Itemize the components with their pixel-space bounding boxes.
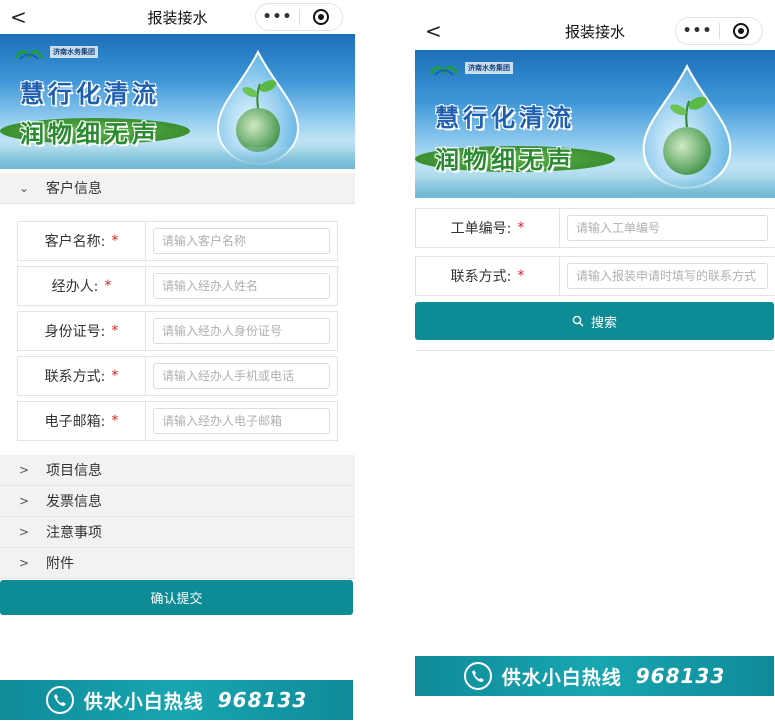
customer-name-input[interactable]	[153, 228, 330, 254]
hotline-text: 供水小白热线	[83, 690, 204, 713]
customer-info-screen: < 报装接水 ••• 济南水务集团 慧行化清流 润物细无声 ⌄ 客户信息 客户名…	[0, 0, 355, 723]
chevron-right-icon: >	[18, 463, 30, 477]
section-project-info[interactable]: > 项目信息	[0, 455, 355, 486]
section-label: 附件	[46, 556, 74, 572]
slogan-line1: 慧行化清流	[20, 79, 160, 108]
chevron-right-icon: >	[18, 525, 30, 539]
field-label: 联系方式: *	[18, 357, 146, 395]
divider	[415, 350, 774, 351]
section-attachments[interactable]: > 附件	[0, 548, 355, 579]
submit-button[interactable]: 确认提交	[0, 580, 353, 615]
nav-bar: < 报装接水 •••	[415, 14, 775, 48]
chevron-right-icon: >	[18, 556, 30, 570]
section-notes[interactable]: > 注意事项	[0, 517, 355, 548]
search-button[interactable]: 搜索	[415, 302, 774, 340]
field-label: 身份证号: *	[18, 312, 146, 350]
agent-name-input[interactable]	[153, 273, 330, 299]
water-reflection	[0, 147, 355, 169]
field-label: 联系方式: *	[416, 257, 560, 295]
logo: 济南水务集团	[429, 60, 513, 76]
hotline-number: 968133	[635, 664, 726, 688]
phone-icon	[45, 686, 74, 714]
hotline-number: 968133	[217, 688, 308, 712]
hotline-banner: 供水小白热线 968133	[0, 680, 353, 720]
water-reflection	[415, 176, 775, 198]
more-dots-icon[interactable]: •••	[676, 23, 719, 39]
form-row-customer-name: 客户名称: *	[17, 221, 338, 261]
section-invoice-info[interactable]: > 发票信息	[0, 486, 355, 517]
chevron-right-icon: >	[18, 494, 30, 508]
banner: 济南水务集团 慧行化清流 润物细无声	[0, 34, 355, 169]
mini-program-capsule: •••	[675, 17, 763, 45]
required-mark: *	[517, 268, 525, 284]
form-row-agent: 经办人: *	[17, 266, 338, 306]
slogan-line2: 润物细无声	[20, 119, 160, 148]
water-drop-icon	[642, 63, 732, 189]
phone-icon	[463, 662, 492, 690]
logo-text: 济南水务集团	[465, 62, 513, 74]
section-label: 发票信息	[46, 494, 102, 510]
contact-input[interactable]	[153, 363, 330, 389]
target-close-icon[interactable]	[300, 8, 342, 26]
section-customer-info[interactable]: ⌄ 客户信息	[0, 173, 355, 204]
form-row-contact: 联系方式: *	[17, 356, 338, 396]
form-row-contact: 联系方式: *	[415, 256, 775, 296]
section-label: 客户信息	[46, 181, 102, 197]
back-button[interactable]: <	[425, 21, 442, 41]
logo-text: 济南水务集团	[50, 46, 98, 58]
order-number-input[interactable]	[567, 215, 768, 241]
required-mark: *	[111, 323, 119, 339]
section-label: 注意事项	[46, 525, 102, 541]
search-icon	[572, 315, 584, 327]
contact-input[interactable]	[567, 263, 768, 289]
logo-icon	[14, 50, 44, 60]
id-number-input[interactable]	[153, 318, 330, 344]
chevron-down-icon: ⌄	[18, 181, 30, 195]
field-label: 工单编号: *	[416, 209, 560, 247]
logo-icon	[429, 66, 459, 76]
target-close-icon[interactable]	[720, 22, 762, 40]
more-dots-icon[interactable]: •••	[256, 9, 299, 25]
required-mark: *	[111, 368, 119, 384]
section-label: 项目信息	[46, 463, 102, 479]
required-mark: *	[517, 220, 525, 236]
logo: 济南水务集团	[14, 44, 98, 60]
mini-program-capsule: •••	[255, 3, 343, 31]
search-label: 搜索	[590, 315, 617, 331]
field-label: 客户名称: *	[18, 222, 146, 260]
slogan-line1: 慧行化清流	[435, 103, 575, 132]
field-label: 电子邮箱: *	[18, 402, 146, 440]
back-button[interactable]: <	[10, 7, 27, 27]
form-row-id-number: 身份证号: *	[17, 311, 338, 351]
required-mark: *	[104, 278, 112, 294]
slogan-line2: 润物细无声	[435, 145, 575, 174]
required-mark: *	[111, 233, 119, 249]
nav-bar: < 报装接水 •••	[0, 0, 355, 34]
order-search-screen: < 报装接水 ••• 济南水务集团 慧行化清流 润物细无声 工单编号: * 请输…	[415, 0, 775, 723]
required-mark: *	[111, 413, 119, 429]
hotline-text: 供水小白热线	[501, 666, 622, 689]
form-row-email: 电子邮箱: *	[17, 401, 338, 441]
field-label: 经办人: *	[18, 267, 146, 305]
email-input[interactable]	[153, 408, 330, 434]
banner: 济南水务集团 慧行化清流 润物细无声	[415, 50, 775, 198]
form-row-order-number: 工单编号: *	[415, 208, 775, 248]
hotline-banner: 供水小白热线 968133	[415, 656, 774, 696]
